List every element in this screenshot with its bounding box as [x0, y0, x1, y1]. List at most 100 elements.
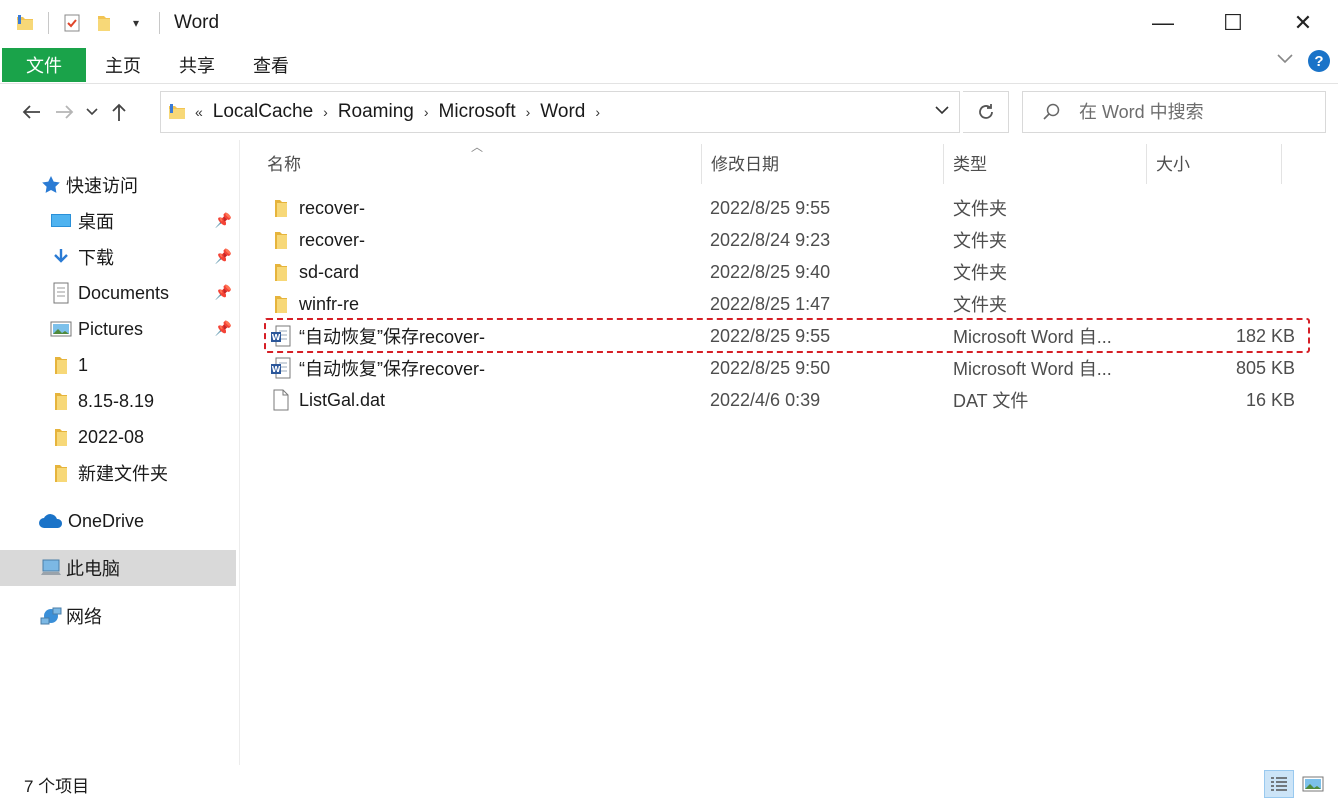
file-type: 文件夹 [953, 199, 1007, 219]
chevron-right-icon[interactable]: › [323, 104, 328, 120]
file-name: “自动恢复”保存recover- [299, 327, 486, 347]
column-divider[interactable] [1281, 144, 1282, 184]
sidebar-item-downloads[interactable]: 下载 📌 [0, 239, 236, 275]
maximize-button[interactable]: ☐ [1198, 0, 1268, 46]
file-modified: 2022/8/24 9:23 [710, 229, 831, 250]
tab-share[interactable]: 共享 [160, 48, 234, 82]
file-size: 805 KB [1235, 357, 1295, 378]
address-bar[interactable]: « LocalCache › Roaming › Microsoft › Wor… [160, 91, 960, 133]
tab-home[interactable]: 主页 [86, 48, 160, 82]
forward-button[interactable] [48, 94, 82, 130]
column-header-type[interactable]: 类型 [943, 140, 1146, 184]
column-header-name[interactable]: 名称 [257, 140, 701, 184]
file-type: DAT 文件 [953, 391, 1029, 411]
sidebar-quick-access[interactable]: 快速访问 [0, 167, 236, 203]
up-button[interactable] [102, 94, 136, 130]
search-input[interactable] [1079, 101, 1319, 123]
file-modified: 2022/4/6 0:39 [710, 389, 821, 410]
recent-locations-button[interactable] [82, 94, 102, 130]
file-type: 文件夹 [953, 295, 1007, 315]
file-name: sd-card [299, 261, 360, 282]
crumb-word[interactable]: Word [540, 101, 585, 123]
crumb-roaming[interactable]: Roaming [338, 101, 414, 123]
chevron-right-icon[interactable]: › [595, 104, 600, 120]
folder-icon [269, 292, 293, 316]
tab-view[interactable]: 查看 [234, 48, 308, 82]
address-dropdown-icon[interactable] [935, 102, 949, 118]
sidebar-item-folder-2022-08[interactable]: 2022-08 [0, 419, 236, 455]
table-row[interactable]: recover- 2022/8/25 9:55 文件夹 [265, 192, 1311, 224]
file-name: “自动恢复”保存recover- [299, 359, 486, 379]
table-row[interactable]: sd-card 2022/8/25 9:40 文件夹 [265, 256, 1311, 288]
table-row[interactable]: W “自动恢复”保存recover- 2022/8/25 9:55 Micros… [265, 320, 1311, 352]
file-type: 文件夹 [953, 231, 1007, 251]
properties-icon[interactable] [61, 12, 83, 34]
navigation-bar: « LocalCache › Roaming › Microsoft › Wor… [0, 84, 1338, 140]
sidebar-item-label: 2022-08 [78, 426, 145, 447]
column-header-size[interactable]: 大小 [1146, 140, 1281, 184]
toolbar-separator [48, 12, 49, 34]
column-header-modified[interactable]: 修改日期 [701, 140, 943, 184]
pin-icon[interactable]: 📌 [215, 284, 232, 301]
title-bar: ▾ Word — ☐ ✕ [0, 0, 1338, 46]
pin-icon[interactable]: 📌 [215, 320, 232, 337]
folder-icon [50, 426, 72, 448]
item-count: 7 个项目 [24, 776, 90, 796]
file-type: Microsoft Word 自... [953, 327, 1112, 347]
help-icon[interactable]: ? [1308, 50, 1330, 72]
sidebar-item-pictures[interactable]: Pictures 📌 [0, 311, 236, 347]
sidebar-item-new-folder[interactable]: 新建文件夹 [0, 455, 236, 491]
chevron-right-icon[interactable]: › [526, 104, 531, 120]
sidebar-item-onedrive[interactable]: OneDrive [0, 503, 236, 539]
table-row[interactable]: recover- 2022/8/24 9:23 文件夹 [265, 224, 1311, 256]
star-icon [40, 174, 62, 196]
table-row[interactable]: ListGal.dat 2022/4/6 0:39 DAT 文件 16 KB [265, 384, 1311, 416]
large-icons-view-button[interactable] [1298, 770, 1328, 798]
crumb-localcache[interactable]: LocalCache [213, 101, 313, 123]
file-name: winfr-re [299, 293, 360, 314]
folder-app-icon [14, 12, 36, 34]
sidebar-item-folder-815[interactable]: 8.15-8.19 [0, 383, 236, 419]
view-switcher [1264, 770, 1328, 798]
table-row[interactable]: W “自动恢复”保存recover- 2022/8/25 9:50 Micros… [265, 352, 1311, 384]
cloud-icon [38, 510, 64, 532]
table-row[interactable]: winfr-re 2022/8/25 1:47 文件夹 [265, 288, 1311, 320]
pin-icon[interactable]: 📌 [215, 212, 232, 229]
chevron-right-icon[interactable]: › [424, 104, 429, 120]
explorer-window: ▾ Word — ☐ ✕ 文件 主页 共享 查看 ? « LocalCache … [0, 0, 1338, 803]
file-type: Microsoft Word 自... [953, 359, 1112, 379]
close-button[interactable]: ✕ [1268, 0, 1338, 46]
customize-toolbar-icon[interactable]: ▾ [125, 12, 147, 34]
file-modified: 2022/8/25 9:55 [710, 197, 831, 218]
word-doc-icon: W [269, 324, 293, 348]
status-bar: 7 个项目 [0, 765, 1338, 803]
sidebar-item-label: 网络 [66, 607, 102, 627]
word-doc-icon: W [269, 356, 293, 380]
pin-icon[interactable]: 📌 [215, 248, 232, 265]
pictures-icon [50, 318, 72, 340]
file-modified: 2022/8/25 9:55 [710, 325, 831, 346]
search-box[interactable] [1022, 91, 1326, 133]
expand-ribbon-icon[interactable] [1276, 52, 1294, 70]
ribbon-right-controls: ? [1276, 50, 1330, 72]
navigation-pane: 快速访问 桌面 📌 下载 📌 Documents 📌 Pictures 📌 1 … [0, 140, 240, 765]
file-list: ︿ 名称 修改日期 类型 大小 recover- 2022/8/25 9:55 … [241, 140, 1338, 765]
minimize-button[interactable]: — [1128, 0, 1198, 46]
folder-icon [50, 462, 72, 484]
window-title: Word [174, 12, 220, 33]
tab-file[interactable]: 文件 [2, 47, 86, 82]
folder-icon [269, 260, 293, 284]
sidebar-item-this-pc[interactable]: 此电脑 [0, 550, 236, 586]
sidebar-item-desktop[interactable]: 桌面 📌 [0, 203, 236, 239]
details-view-button[interactable] [1264, 770, 1294, 798]
crumb-microsoft[interactable]: Microsoft [439, 101, 516, 123]
back-button[interactable] [14, 94, 48, 130]
sidebar-item-network[interactable]: 网络 [0, 598, 236, 634]
refresh-button[interactable] [963, 91, 1009, 133]
sidebar-item-folder-1[interactable]: 1 [0, 347, 236, 383]
window-controls: — ☐ ✕ [1128, 0, 1338, 46]
overflow-crumb[interactable]: « [195, 104, 203, 120]
sidebar-item-label: 快速访问 [66, 176, 138, 196]
sidebar-item-documents[interactable]: Documents 📌 [0, 275, 236, 311]
new-folder-icon[interactable] [93, 12, 115, 34]
